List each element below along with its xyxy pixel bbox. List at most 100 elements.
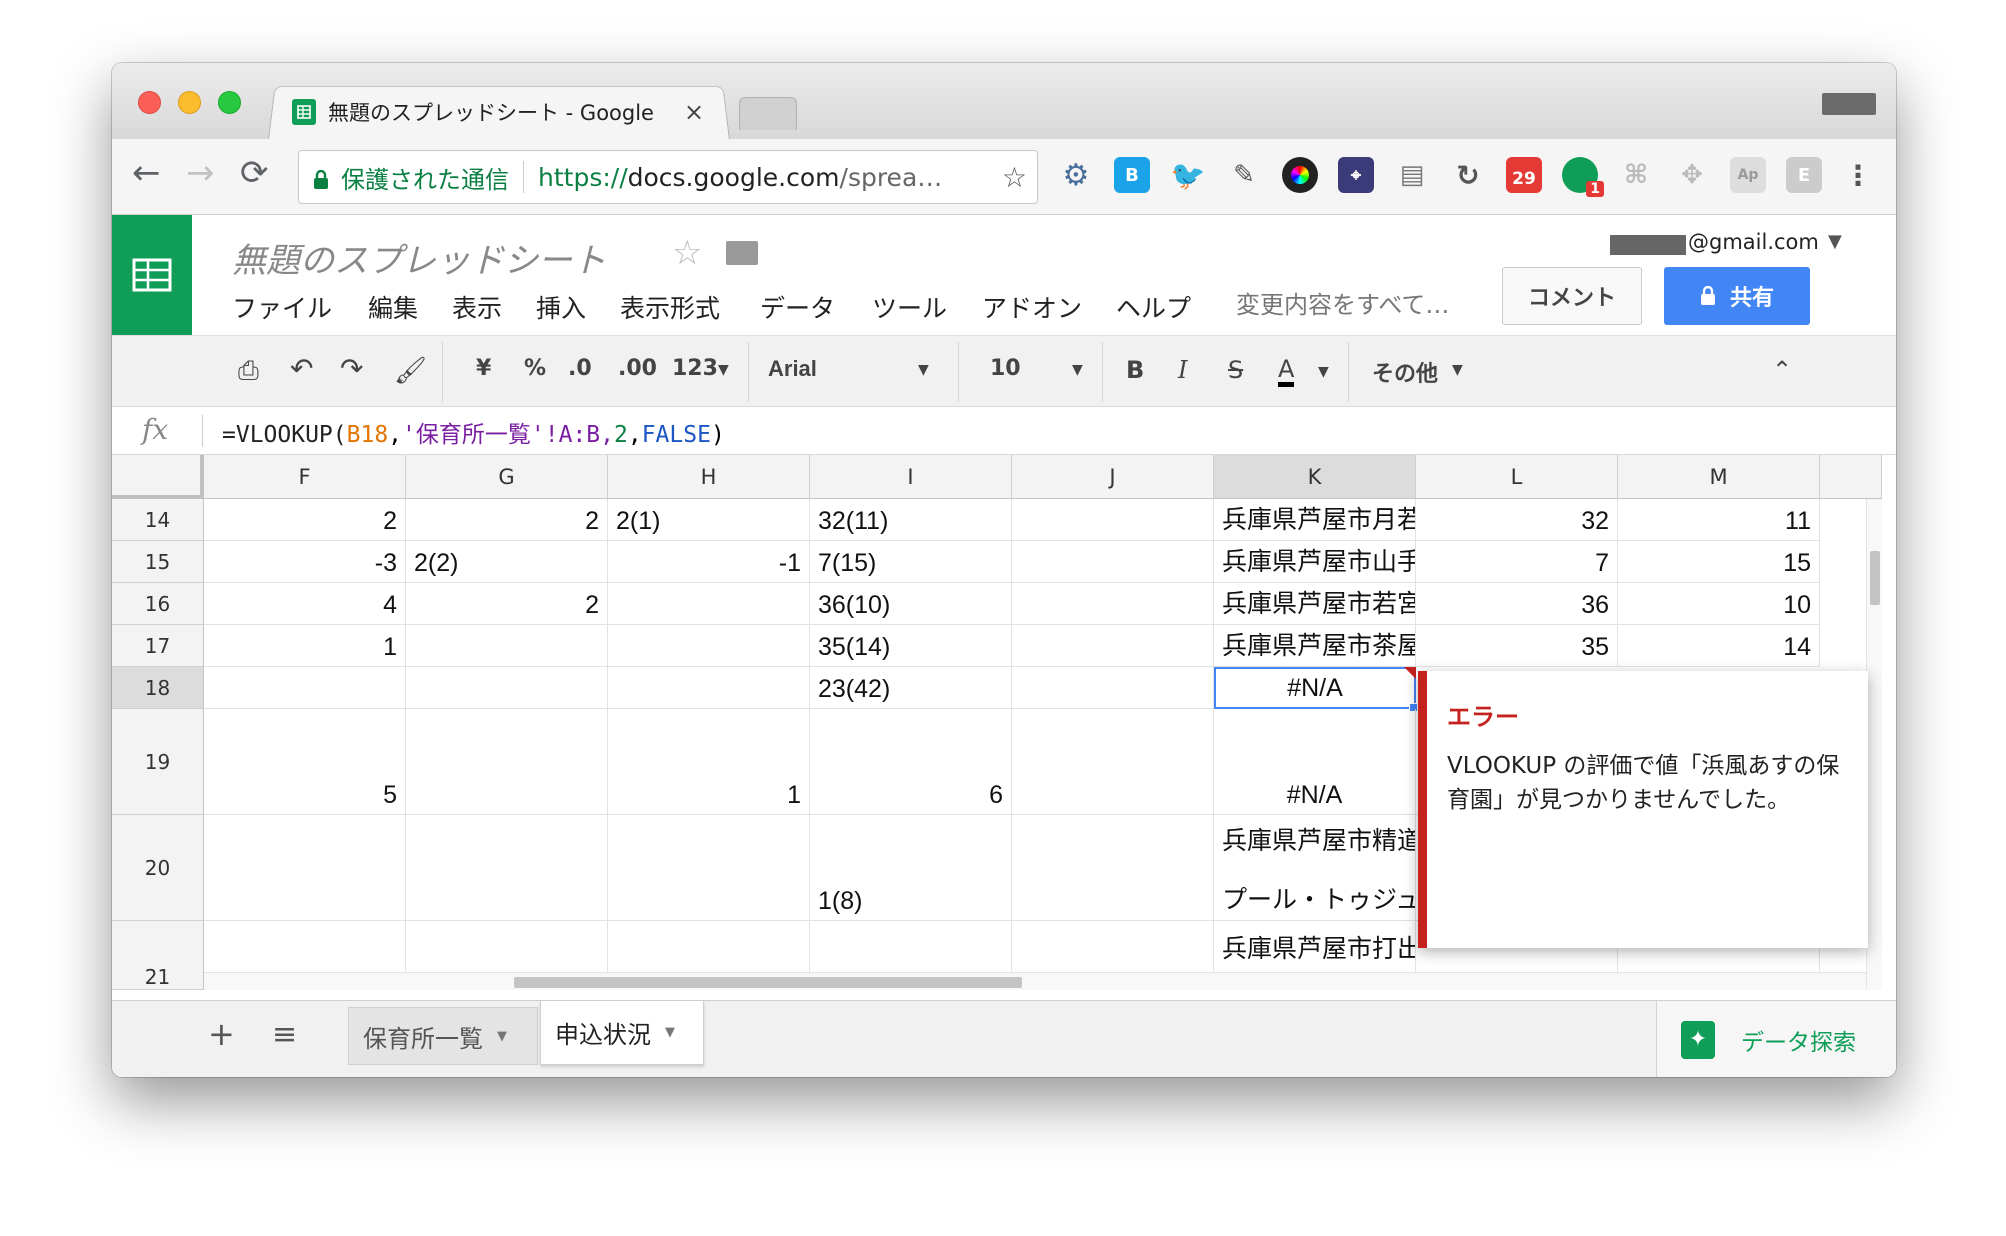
- row-header-19[interactable]: 19: [112, 709, 204, 815]
- column-header-f[interactable]: F: [204, 455, 406, 499]
- menu-addons[interactable]: アドオン: [982, 289, 1082, 325]
- more-button[interactable]: その他: [1372, 356, 1438, 388]
- minimize-window-button[interactable]: [178, 91, 201, 114]
- new-tab-button[interactable]: [739, 97, 797, 130]
- speed-meter-icon[interactable]: ⌖: [1338, 157, 1374, 193]
- menu-view[interactable]: 表示: [452, 289, 502, 325]
- folder-icon[interactable]: [726, 241, 758, 265]
- more-chevron-down-icon[interactable]: ▼: [1452, 362, 1463, 378]
- profile-button[interactable]: [1822, 93, 1876, 115]
- collapse-chevron-up-icon[interactable]: ⌃: [1772, 356, 1792, 384]
- tab-chevron-down-icon[interactable]: ▼: [665, 1025, 675, 1040]
- cell-k14[interactable]: 兵庫県芦屋市月若: [1214, 499, 1416, 541]
- menu-format[interactable]: 表示形式: [620, 289, 720, 325]
- tab-sheet-list[interactable]: 保育所一覧 ▼: [348, 1007, 538, 1065]
- currency-format-button[interactable]: ¥: [476, 356, 491, 381]
- column-header-l[interactable]: L: [1416, 455, 1618, 499]
- cell-h16[interactable]: [608, 583, 810, 625]
- font-size-select[interactable]: 10: [990, 356, 1021, 381]
- calendar-icon[interactable]: 29: [1506, 157, 1542, 193]
- cell-f15[interactable]: -3: [204, 541, 406, 583]
- browser-tab[interactable]: 無題のスプレッドシート - Google ×: [292, 83, 732, 140]
- cell-k18-selected[interactable]: #N/A: [1214, 667, 1416, 709]
- horizontal-scroll-thumb[interactable]: [514, 977, 1022, 988]
- cell-k15[interactable]: 兵庫県芦屋市山手: [1214, 541, 1416, 583]
- cell-l17[interactable]: 35: [1416, 625, 1618, 667]
- cell-g19[interactable]: [406, 709, 608, 815]
- cell-h15[interactable]: -1: [608, 541, 810, 583]
- select-all-corner[interactable]: [112, 455, 204, 499]
- address-bar[interactable]: 保護された通信 https:// docs.google.com /sprea……: [298, 150, 1038, 204]
- bookmark-star-icon[interactable]: ☆: [1002, 161, 1027, 194]
- menu-file[interactable]: ファイル: [232, 289, 332, 325]
- add-sheet-button[interactable]: +: [208, 1015, 235, 1053]
- cell-m14[interactable]: 11: [1618, 499, 1820, 541]
- cell-h20[interactable]: [608, 815, 810, 921]
- cell-g16[interactable]: 2: [406, 583, 608, 625]
- bold-button[interactable]: B: [1126, 356, 1144, 384]
- paint-format-icon[interactable]: 🖌: [394, 356, 427, 386]
- strikethrough-button[interactable]: S: [1228, 356, 1243, 384]
- row-header-18[interactable]: 18: [112, 667, 204, 709]
- column-header-m[interactable]: M: [1618, 455, 1820, 499]
- save-status[interactable]: 変更内容をすべて…: [1236, 285, 1449, 320]
- cell-f19[interactable]: 5: [204, 709, 406, 815]
- menu-insert[interactable]: 挿入: [536, 289, 586, 325]
- settings-gear-icon[interactable]: ⚙: [1058, 157, 1094, 193]
- tab-sheet-applications[interactable]: 申込状況 ▼: [540, 1001, 704, 1065]
- cell-i18[interactable]: 23(42): [810, 667, 1012, 709]
- eye-dropper-icon[interactable]: [1282, 157, 1318, 193]
- cell-h14[interactable]: 2(1): [608, 499, 810, 541]
- back-arrow-icon[interactable]: ←: [132, 153, 161, 193]
- cell-i14[interactable]: 32(11): [810, 499, 1012, 541]
- menu-data[interactable]: データ: [760, 289, 835, 325]
- row-header-14[interactable]: 14: [112, 499, 204, 541]
- cell-i16[interactable]: 36(10): [810, 583, 1012, 625]
- menu-tools[interactable]: ツール: [872, 289, 947, 325]
- cell-j16[interactable]: [1012, 583, 1214, 625]
- extension-bookmark-icon[interactable]: B: [1114, 157, 1150, 193]
- row-header-20[interactable]: 20: [112, 815, 204, 921]
- cell-l14[interactable]: 32: [1416, 499, 1618, 541]
- cell-j20[interactable]: [1012, 815, 1214, 921]
- column-header-k[interactable]: K: [1214, 455, 1416, 499]
- cell-h18[interactable]: [608, 667, 810, 709]
- redo-icon[interactable]: ↷: [340, 352, 363, 385]
- explore-button[interactable]: ✦ データ探索: [1656, 1001, 1896, 1077]
- percent-format-button[interactable]: %: [524, 356, 546, 381]
- color-picker-icon[interactable]: ✎: [1226, 157, 1262, 193]
- cell-h17[interactable]: [608, 625, 810, 667]
- cell-f17[interactable]: 1: [204, 625, 406, 667]
- cell-f20[interactable]: [204, 815, 406, 921]
- row-header-21[interactable]: 21: [112, 921, 204, 990]
- tab-close-icon[interactable]: ×: [684, 98, 704, 126]
- cell-i20[interactable]: 1(8): [810, 815, 1012, 921]
- all-sheets-list-icon[interactable]: ≡: [272, 1017, 297, 1052]
- forward-arrow-icon[interactable]: →: [186, 153, 215, 193]
- cell-l16[interactable]: 36: [1416, 583, 1618, 625]
- vertical-scrollbar[interactable]: [1866, 499, 1882, 990]
- size-chevron-down-icon[interactable]: ▼: [1072, 362, 1083, 378]
- chrome-menu-icon[interactable]: ⋮: [1840, 157, 1876, 193]
- menu-help[interactable]: ヘルプ: [1116, 289, 1191, 325]
- cell-l15[interactable]: 7: [1416, 541, 1618, 583]
- sync-icon[interactable]: ↻: [1450, 157, 1486, 193]
- cell-m15[interactable]: 15: [1618, 541, 1820, 583]
- column-header-h[interactable]: H: [608, 455, 810, 499]
- cell-i17[interactable]: 35(14): [810, 625, 1012, 667]
- cell-j15[interactable]: [1012, 541, 1214, 583]
- cell-k20[interactable]: 兵庫県芦屋市精道 プール・トゥジュ: [1214, 815, 1416, 921]
- row-header-15[interactable]: 15: [112, 541, 204, 583]
- account-chevron-down-icon[interactable]: ▼: [1828, 231, 1842, 252]
- cell-f18[interactable]: [204, 667, 406, 709]
- cell-k19[interactable]: #N/A: [1214, 709, 1416, 815]
- cell-m16[interactable]: 10: [1618, 583, 1820, 625]
- e-extension-icon[interactable]: E: [1786, 157, 1822, 193]
- formula-input[interactable]: =VLOOKUP(B18,'保育所一覧'!A:B,2,FALSE): [222, 415, 725, 449]
- cell-g14[interactable]: 2: [406, 499, 608, 541]
- text-color-button[interactable]: A: [1278, 356, 1295, 387]
- cell-g20[interactable]: [406, 815, 608, 921]
- star-icon[interactable]: ☆: [672, 233, 702, 273]
- green-extension-icon[interactable]: 1: [1562, 157, 1604, 197]
- menu-edit[interactable]: 編集: [368, 289, 418, 325]
